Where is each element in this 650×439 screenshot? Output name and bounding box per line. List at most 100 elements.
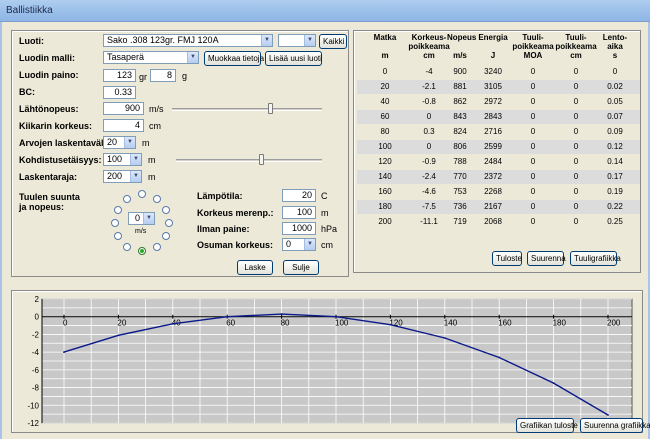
table-cell: 0 <box>530 157 536 166</box>
bullet-select[interactable]: Sako .308 123gr. FMJ 120A ▼ <box>103 34 273 47</box>
table-cell: 719 <box>453 217 467 226</box>
table-header-unit: J <box>490 51 496 60</box>
table-cell: 0 <box>573 127 579 136</box>
model-select[interactable]: Tasaperä ▼ <box>103 51 199 64</box>
table-header: Nopeus m/s <box>447 33 476 60</box>
table-header-unit: s <box>612 51 618 60</box>
table-header: Matka m <box>371 33 399 60</box>
wind-dir-nnw[interactable] <box>123 195 131 203</box>
weight-g-input[interactable]: 8 <box>150 69 176 82</box>
table-cell: 0.22 <box>607 202 623 211</box>
impact-select[interactable]: 0 ▼ <box>282 238 316 251</box>
enlarge-chart-button[interactable]: Suurenna grafiikka <box>580 418 650 433</box>
wind-dir-sse[interactable] <box>153 243 161 251</box>
wind-dir-w[interactable] <box>111 219 119 227</box>
table-cell: 0 <box>530 97 536 106</box>
zero-select[interactable]: 100 ▼ <box>103 153 142 166</box>
zero-slider-thumb[interactable] <box>259 154 264 165</box>
y-tick-label: -4 <box>32 348 40 357</box>
trajectory-point <box>498 356 501 359</box>
add-bullet-button[interactable]: Lisää uusi luoti <box>265 51 322 66</box>
bullet-filter-select[interactable]: ▼ <box>278 34 316 47</box>
impact-unit: cm <box>321 240 333 250</box>
wind-speed-select[interactable]: 0 ▼ <box>128 212 155 225</box>
scope-input[interactable]: 4 <box>103 119 144 132</box>
weight-gr-input[interactable]: 123 <box>103 69 136 82</box>
table-cell: 100 <box>378 142 392 151</box>
input-panel: Luoti: Sako .308 123gr. FMJ 120A ▼ ▼ Kai… <box>11 30 349 277</box>
window-body: Luoti: Sako .308 123gr. FMJ 120A ▼ ▼ Kai… <box>0 22 650 439</box>
table-cell: 862 <box>453 97 467 106</box>
table-cell: 0.05 <box>607 97 623 106</box>
table-cell: -7.5 <box>422 202 436 211</box>
wind-dir-nne[interactable] <box>153 195 161 203</box>
bc-input[interactable]: 0.33 <box>103 86 136 99</box>
velocity-unit: m/s <box>149 104 164 114</box>
table-cell: 120 <box>378 157 392 166</box>
table-cell: 0.14 <box>607 157 623 166</box>
temp-input[interactable]: 20 <box>282 189 316 202</box>
limit-label: Laskentaraja: <box>19 172 78 182</box>
table-cell: 2716 <box>484 127 502 136</box>
trajectory-point <box>335 315 337 318</box>
table-row: 200 -11.1 719 2068 0 0 0.25 <box>357 215 640 229</box>
wind-dir-ese[interactable] <box>162 232 170 240</box>
table-cell: -4 <box>425 67 433 76</box>
table-row: 160 -4.6 753 2268 0 0 0.19 <box>357 185 640 199</box>
table-cell: 0.3 <box>423 127 435 136</box>
table-header-l1: Matka <box>373 33 397 42</box>
wind-dir-ene[interactable] <box>162 206 170 214</box>
y-tick-label: -6 <box>32 366 40 375</box>
table-cell: 0 <box>573 97 579 106</box>
table-cell: 788 <box>453 157 467 166</box>
interval-select[interactable]: 20 ▼ <box>103 136 136 149</box>
table-cell: 0 <box>573 172 579 181</box>
x-tick-label: 0 <box>63 319 68 328</box>
velocity-slider-thumb[interactable] <box>268 103 273 114</box>
enlarge-table-button[interactable]: Suurenna <box>527 251 566 266</box>
wind-dir-wnw[interactable] <box>114 206 122 214</box>
print-chart-button[interactable]: Grafiikan tuloste <box>516 418 578 433</box>
pressure-input[interactable]: 1000 <box>282 222 316 235</box>
table-header-unit: cm <box>570 51 582 60</box>
print-table-button[interactable]: Tuloste <box>492 251 522 266</box>
table-cell: 0.07 <box>607 112 623 121</box>
all-button[interactable]: Kaikki <box>319 34 347 49</box>
x-tick-label: 180 <box>553 319 567 328</box>
trajectory-point <box>443 337 446 339</box>
scope-unit: cm <box>149 121 161 131</box>
table-header-l2: poikkeama <box>408 42 450 51</box>
close-button[interactable]: Sulje <box>283 260 319 275</box>
table-header-unit: MOA <box>523 51 543 60</box>
x-tick-label: 80 <box>281 319 290 328</box>
table-row: 100 0 806 2599 0 0 0.12 <box>357 140 640 154</box>
limit-select[interactable]: 200 ▼ <box>103 170 142 183</box>
wind-graph-button[interactable]: Tuuligrafiikka <box>570 251 621 266</box>
altitude-input[interactable]: 100 <box>282 206 316 219</box>
table-cell: 0 <box>530 142 536 151</box>
table-cell: 736 <box>453 202 467 211</box>
wind-dir-ssw[interactable] <box>123 243 131 251</box>
wind-dir-wsw[interactable] <box>114 232 122 240</box>
velocity-input[interactable]: 900 <box>103 102 144 115</box>
table-cell: 0.02 <box>607 82 623 91</box>
trajectory-point <box>552 382 555 385</box>
calculate-button[interactable]: Laske <box>237 260 273 275</box>
edit-bullet-button[interactable]: Muokkaa tietoja <box>204 51 264 66</box>
table-cell: 900 <box>453 67 467 76</box>
zero-slider[interactable] <box>176 159 322 162</box>
table-cell: 0 <box>573 82 579 91</box>
table-cell: 881 <box>453 82 467 91</box>
table-cell: 0 <box>573 157 579 166</box>
table-cell: 3240 <box>484 67 502 76</box>
table-cell: -4.6 <box>422 187 436 196</box>
wind-dir-n[interactable] <box>138 190 146 198</box>
table-header-l1: Tuuli- <box>565 33 587 42</box>
velocity-slider[interactable] <box>172 108 322 111</box>
limit-unit: m <box>148 172 156 182</box>
table-header: Tuuli-poikkeama cm <box>555 33 597 60</box>
temp-label: Lämpötila: <box>197 191 243 201</box>
wind-dir-s[interactable] <box>138 247 146 255</box>
wind-dir-e[interactable] <box>165 219 173 227</box>
weight-gr-unit: gr <box>139 72 148 82</box>
